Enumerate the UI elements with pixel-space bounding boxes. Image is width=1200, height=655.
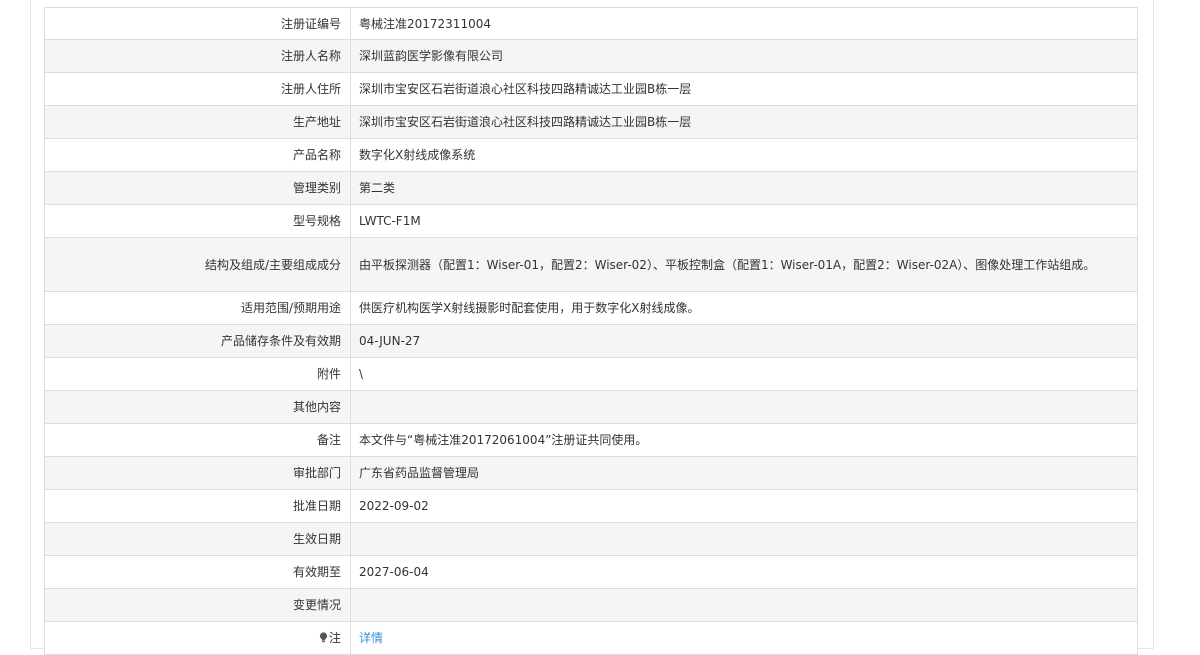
field-label: 产品储存条件及有效期 xyxy=(44,324,351,358)
field-label: 附件 xyxy=(44,357,351,391)
lightbulb-icon xyxy=(319,632,328,643)
field-label: 备注 xyxy=(44,423,351,457)
field-label: 审批部门 xyxy=(44,456,351,490)
field-value: 详情 xyxy=(350,621,1138,655)
field-label: 适用范围/预期用途 xyxy=(44,291,351,325)
field-value: 数字化X射线成像系统 xyxy=(350,138,1138,172)
field-value: 2022-09-02 xyxy=(350,489,1138,523)
row-change-history: 变更情况 xyxy=(44,588,1138,622)
row-registrant-address: 注册人住所 深圳市宝安区石岩街道浪心社区科技四路精诚达工业园B栋一层 xyxy=(44,72,1138,106)
field-value xyxy=(350,588,1138,622)
field-label: 管理类别 xyxy=(44,171,351,205)
field-label: 变更情况 xyxy=(44,588,351,622)
field-label: 注 xyxy=(44,621,351,655)
field-label: 有效期至 xyxy=(44,555,351,589)
field-value: 由平板探测器（配置1：Wiser-01，配置2：Wiser-02）、平板控制盒（… xyxy=(350,237,1138,292)
row-valid-until: 有效期至 2027-06-04 xyxy=(44,555,1138,589)
field-label: 其他内容 xyxy=(44,390,351,424)
row-intended-use: 适用范围/预期用途 供医疗机构医学X射线摄影时配套使用，用于数字化X射线成像。 xyxy=(44,291,1138,325)
row-production-address: 生产地址 深圳市宝安区石岩街道浪心社区科技四路精诚达工业园B栋一层 xyxy=(44,105,1138,139)
row-registration-number: 注册证编号 粤械注准20172311004 xyxy=(44,7,1138,40)
field-label: 注册人住所 xyxy=(44,72,351,106)
row-product-name: 产品名称 数字化X射线成像系统 xyxy=(44,138,1138,172)
field-label: 结构及组成/主要组成成分 xyxy=(44,237,351,292)
field-value: 2027-06-04 xyxy=(350,555,1138,589)
field-value: 深圳市宝安区石岩街道浪心社区科技四路精诚达工业园B栋一层 xyxy=(350,72,1138,106)
row-attachment: 附件 \ xyxy=(44,357,1138,391)
field-value: 深圳蓝韵医学影像有限公司 xyxy=(350,39,1138,73)
row-registrant-name: 注册人名称 深圳蓝韵医学影像有限公司 xyxy=(44,39,1138,73)
row-other-content: 其他内容 xyxy=(44,390,1138,424)
row-remarks: 备注 本文件与“粤械注准20172061004”注册证共同使用。 xyxy=(44,423,1138,457)
field-value: 广东省药品监督管理局 xyxy=(350,456,1138,490)
field-value: \ xyxy=(350,357,1138,391)
field-value xyxy=(350,522,1138,556)
field-label: 产品名称 xyxy=(44,138,351,172)
row-management-category: 管理类别 第二类 xyxy=(44,171,1138,205)
field-label: 注册证编号 xyxy=(44,7,351,40)
row-model-spec: 型号规格 LWTC-F1M xyxy=(44,204,1138,238)
row-storage-validity: 产品储存条件及有效期 04-JUN-27 xyxy=(44,324,1138,358)
field-label: 批准日期 xyxy=(44,489,351,523)
row-approval-department: 审批部门 广东省药品监督管理局 xyxy=(44,456,1138,490)
field-label: 注册人名称 xyxy=(44,39,351,73)
field-value: 深圳市宝安区石岩街道浪心社区科技四路精诚达工业园B栋一层 xyxy=(350,105,1138,139)
field-label: 型号规格 xyxy=(44,204,351,238)
row-approval-date: 批准日期 2022-09-02 xyxy=(44,489,1138,523)
field-value: LWTC-F1M xyxy=(350,204,1138,238)
row-note: 注 详情 xyxy=(44,621,1138,655)
field-value: 供医疗机构医学X射线摄影时配套使用，用于数字化X射线成像。 xyxy=(350,291,1138,325)
field-value: 粤械注准20172311004 xyxy=(350,7,1138,40)
field-label: 生产地址 xyxy=(44,105,351,139)
field-value: 第二类 xyxy=(350,171,1138,205)
details-link[interactable]: 详情 xyxy=(359,631,383,645)
field-value: 本文件与“粤械注准20172061004”注册证共同使用。 xyxy=(350,423,1138,457)
registration-detail-table: 注册证编号 粤械注准20172311004 注册人名称 深圳蓝韵医学影像有限公司… xyxy=(44,7,1138,655)
row-structure-composition: 结构及组成/主要组成成分 由平板探测器（配置1：Wiser-01，配置2：Wis… xyxy=(44,237,1138,292)
field-value: 04-JUN-27 xyxy=(350,324,1138,358)
field-label: 生效日期 xyxy=(44,522,351,556)
row-effective-date: 生效日期 xyxy=(44,522,1138,556)
field-value xyxy=(350,390,1138,424)
note-label-text: 注 xyxy=(328,631,341,645)
